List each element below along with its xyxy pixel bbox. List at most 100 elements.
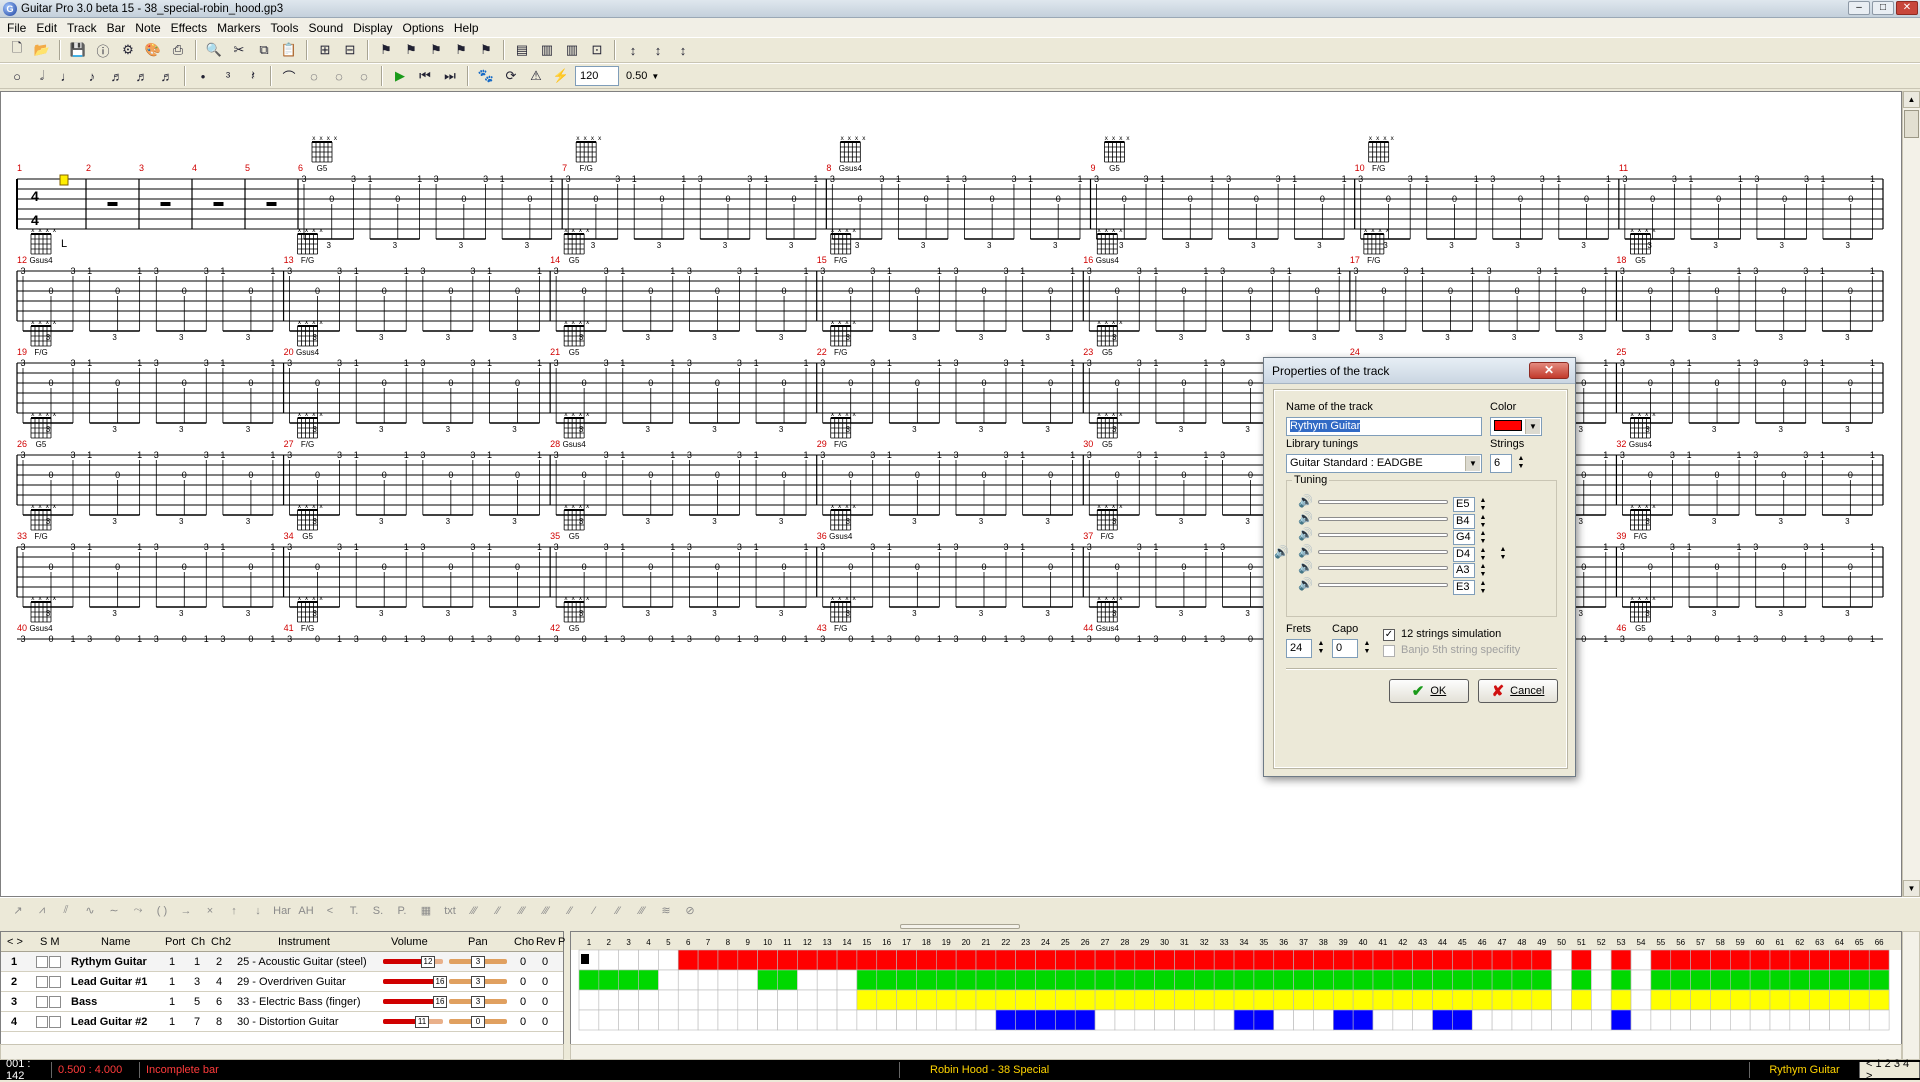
fret-number[interactable]: 1 bbox=[1070, 450, 1075, 460]
track-channel2[interactable]: 8 bbox=[216, 1012, 222, 1032]
fret-number[interactable]: 1 bbox=[1287, 266, 1292, 276]
fret-number[interactable]: 0 bbox=[1386, 194, 1391, 204]
sequence-cell[interactable] bbox=[1412, 989, 1433, 1011]
sixteenth-note-icon[interactable]: ♬ bbox=[106, 65, 128, 87]
sequence-bar-number[interactable]: 18 bbox=[922, 938, 931, 947]
sequence-bar-number[interactable]: 6 bbox=[686, 938, 691, 947]
sequence-cell[interactable] bbox=[1233, 989, 1255, 1011]
sequence-cell[interactable] bbox=[1491, 989, 1513, 1011]
fret-number[interactable]: 1 bbox=[1603, 358, 1608, 368]
fret-number[interactable]: 1 bbox=[1556, 174, 1561, 184]
sequence-cell[interactable] bbox=[1134, 969, 1155, 991]
fret-number[interactable]: 1 bbox=[1687, 450, 1692, 460]
sequence-cell[interactable] bbox=[1730, 989, 1751, 1011]
fret-number[interactable]: 3 bbox=[1087, 266, 1092, 276]
chord-diagram[interactable]: x x x x Gsus4 bbox=[563, 411, 590, 449]
fret-number[interactable]: 3 bbox=[1144, 174, 1149, 184]
fret-number[interactable]: 0 bbox=[1181, 562, 1186, 572]
track-row[interactable]: 1 Rythym Guitar 1 1 2 25 - Acoustic Guitar (s… bbox=[1, 952, 563, 972]
track-name-input[interactable]: Rythym Guitar bbox=[1286, 417, 1482, 436]
sequence-cell[interactable] bbox=[1868, 1009, 1890, 1031]
speaker-icon[interactable]: 🔊 bbox=[1298, 560, 1313, 574]
bar-number[interactable]: 33 bbox=[17, 531, 27, 541]
fret-number[interactable]: 0 bbox=[1648, 562, 1653, 572]
sequence-cell[interactable] bbox=[1114, 949, 1136, 971]
fret-number[interactable]: 3 bbox=[434, 174, 439, 184]
chord-diagram[interactable]: x x x x G5 bbox=[311, 135, 338, 173]
effect-button-24[interactable]: ⁄ bbox=[584, 905, 604, 917]
fret-number[interactable]: 3 bbox=[1487, 266, 1492, 276]
print-icon[interactable]: ⎙ bbox=[167, 39, 189, 61]
sequence-cell[interactable] bbox=[737, 969, 758, 991]
sequence-cell[interactable] bbox=[1194, 989, 1215, 1011]
sequence-cell[interactable] bbox=[1432, 969, 1453, 991]
tuning-slider[interactable] bbox=[1318, 566, 1448, 570]
fret-number[interactable]: 3 bbox=[1087, 542, 1092, 552]
sequence-bar-number[interactable]: 44 bbox=[1438, 938, 1447, 947]
fret-number[interactable]: 1 bbox=[1070, 634, 1075, 644]
bar-number[interactable]: 18 bbox=[1616, 255, 1626, 265]
sequence-bar-number[interactable]: 63 bbox=[1815, 938, 1824, 947]
fret-number[interactable]: 1 bbox=[887, 542, 892, 552]
sequence-cell[interactable] bbox=[1293, 1009, 1314, 1031]
sequence-cell[interactable] bbox=[1511, 1009, 1533, 1031]
fret-number[interactable]: 1 bbox=[87, 266, 92, 276]
fret-number[interactable]: 0 bbox=[582, 286, 587, 296]
fret-number[interactable]: 0 bbox=[448, 378, 453, 388]
fret-number[interactable]: 1 bbox=[804, 266, 809, 276]
fret-number[interactable]: 1 bbox=[270, 266, 275, 276]
sequence-cell[interactable] bbox=[797, 949, 818, 971]
chevron-down-icon[interactable]: ▼ bbox=[651, 72, 659, 81]
sequence-bar-number[interactable]: 59 bbox=[1736, 938, 1745, 947]
sequence-cell[interactable] bbox=[1829, 969, 1850, 991]
effect-button-22[interactable]: ⁄⁄⁄ bbox=[536, 905, 556, 917]
tuning-note-input[interactable]: A3 bbox=[1453, 563, 1475, 578]
fret-number[interactable]: 3 bbox=[70, 266, 75, 276]
sequence-cell[interactable] bbox=[717, 989, 739, 1011]
fret-number[interactable]: 1 bbox=[804, 542, 809, 552]
fret-number[interactable]: 0 bbox=[1715, 634, 1720, 644]
fret-number[interactable]: 1 bbox=[937, 266, 942, 276]
fret-number[interactable]: 0 bbox=[1648, 634, 1653, 644]
track-instrument[interactable]: 29 - Overdriven Guitar bbox=[237, 972, 379, 992]
pan-knob[interactable]: 0 bbox=[471, 1016, 485, 1028]
print-preview-icon[interactable]: 🔍 bbox=[203, 39, 225, 61]
fret-number[interactable]: 0 bbox=[1381, 286, 1386, 296]
sequence-cell[interactable] bbox=[896, 969, 917, 991]
sequence-cell[interactable] bbox=[1134, 949, 1155, 971]
status-pages[interactable]: < 1 2 3 4 > bbox=[1860, 1058, 1920, 1082]
sequence-bar-number[interactable]: 10 bbox=[763, 938, 772, 947]
fret-number[interactable]: 1 bbox=[1020, 450, 1025, 460]
fret-number[interactable]: 1 bbox=[1820, 542, 1825, 552]
effect-button-16[interactable]: P. bbox=[392, 905, 412, 917]
fret-number[interactable]: 1 bbox=[1203, 450, 1208, 460]
track-reverb[interactable]: 0 bbox=[542, 1012, 548, 1032]
sequence-cell[interactable] bbox=[638, 989, 659, 1011]
fret-number[interactable]: 3 bbox=[554, 358, 559, 368]
fret-number[interactable]: 3 bbox=[879, 174, 884, 184]
sequence-cell[interactable] bbox=[757, 969, 778, 991]
sequence-cell[interactable] bbox=[1352, 949, 1374, 971]
fret-number[interactable]: 3 bbox=[1226, 174, 1231, 184]
sequence-cell[interactable] bbox=[1571, 1009, 1592, 1031]
fret-number[interactable]: 3 bbox=[870, 266, 875, 276]
sequence-cell[interactable] bbox=[1551, 989, 1572, 1011]
sequence-cell[interactable] bbox=[1829, 989, 1850, 1011]
fret-number[interactable]: 3 bbox=[204, 358, 209, 368]
fret-number[interactable]: 0 bbox=[659, 194, 664, 204]
page-icon[interactable]: ▥ bbox=[536, 39, 558, 61]
sequence-cell[interactable] bbox=[1868, 949, 1890, 971]
sequence-bar-number[interactable]: 24 bbox=[1041, 938, 1050, 947]
bar-number[interactable]: 2 bbox=[86, 163, 91, 173]
sequence-cell[interactable] bbox=[1710, 969, 1731, 991]
pan-knob[interactable]: 3 bbox=[471, 976, 485, 988]
fret-number[interactable]: 3 bbox=[470, 542, 475, 552]
sequence-bar-number[interactable]: 49 bbox=[1537, 938, 1546, 947]
bar-number[interactable]: 21 bbox=[550, 347, 560, 357]
sequence-cell[interactable] bbox=[1055, 1009, 1076, 1031]
sequence-cell[interactable] bbox=[1332, 1009, 1354, 1031]
sequence-cell[interactable] bbox=[1769, 989, 1791, 1011]
sequence-cell[interactable] bbox=[1412, 1009, 1433, 1031]
fret-number[interactable]: 1 bbox=[1737, 266, 1742, 276]
fret-number[interactable]: 0 bbox=[782, 286, 787, 296]
